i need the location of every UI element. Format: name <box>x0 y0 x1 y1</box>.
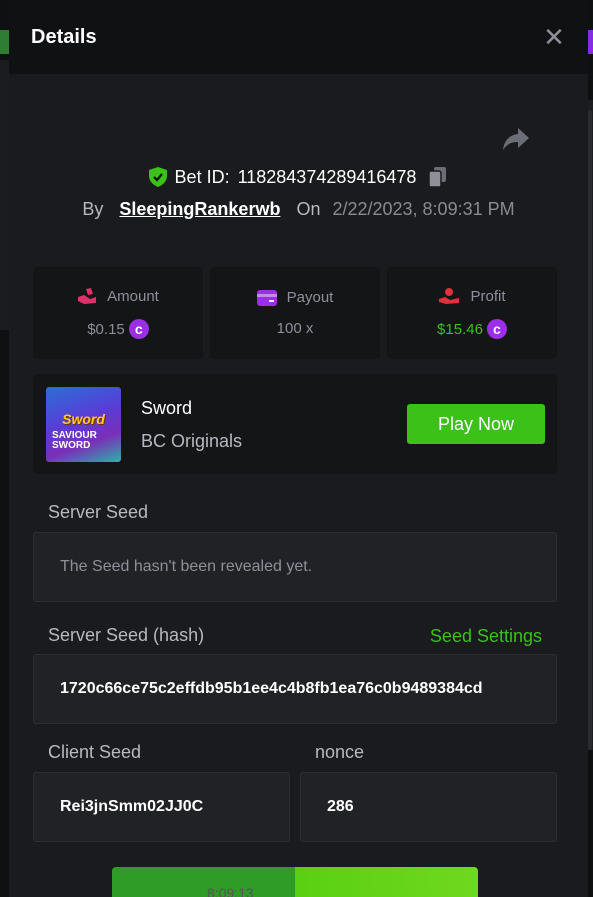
nonce-field[interactable]: 286 <box>300 772 557 842</box>
game-thumbnail[interactable]: Sword SAVIOUR SWORD <box>46 387 121 462</box>
coin-icon: c <box>486 319 507 339</box>
amount-value: $0.15 <box>87 320 125 338</box>
bet-stats: Amount $0.15 c Payout 100 x Profit $15.4… <box>33 267 557 359</box>
background-timestamp: 8:09:13 <box>207 885 254 897</box>
bet-details-modal: Details ✕ Bet ID: 118284374289416478 By … <box>9 0 588 897</box>
server-seed-hash-label: Server Seed (hash) <box>48 625 205 645</box>
thumbnail-title: Sword <box>62 411 105 427</box>
bet-author-row: By SleepingRankerwb On 2/22/2023, 8:09:3… <box>9 199 588 220</box>
client-seed-field[interactable]: Rei3jnSmm02JJ0C <box>33 772 290 842</box>
play-now-button[interactable]: Play Now <box>407 404 545 444</box>
nonce-label: nonce <box>315 742 365 762</box>
game-name: Sword <box>141 398 193 418</box>
coin-icon: c <box>128 319 149 339</box>
verified-shield-icon <box>148 167 167 187</box>
bet-id-label: Bet ID: <box>174 166 230 187</box>
profit-value: $15.46 <box>437 320 483 338</box>
stat-payout: Payout 100 x <box>210 267 380 359</box>
game-provider: BC Originals <box>141 431 243 451</box>
payout-label: Payout <box>286 289 334 306</box>
bet-id-value: 118284374289416478 <box>237 166 417 187</box>
seed-settings-link[interactable]: Seed Settings <box>430 626 542 647</box>
modal-title: Details <box>31 25 97 48</box>
share-icon[interactable] <box>502 126 530 152</box>
verify-button[interactable] <box>112 867 478 897</box>
stat-profit: Profit $15.46 c <box>387 267 557 359</box>
profit-label: Profit <box>470 287 506 305</box>
server-seed-label: Server Seed <box>48 502 149 522</box>
money-hand-icon <box>78 288 97 304</box>
server-seed-hash-field[interactable]: 1720c66ce75c2effdb95b1ee4c4b8fb1ea76c0b9… <box>33 654 557 724</box>
wallet-card-icon <box>256 289 277 306</box>
payout-value: 100 x <box>276 320 314 337</box>
game-card: Sword SAVIOUR SWORD Sword BC Originals P… <box>33 374 557 474</box>
bet-id-row: Bet ID: 118284374289416478 <box>9 166 588 188</box>
modal-header: Details ✕ <box>9 0 588 74</box>
by-label: By <box>82 199 104 219</box>
stat-amount: Amount $0.15 c <box>33 267 203 359</box>
on-label: On <box>296 199 321 219</box>
username-link[interactable]: SleepingRankerwb <box>119 199 280 220</box>
thumbnail-subtitle: SAVIOUR SWORD <box>52 430 97 451</box>
bet-datetime: 2/22/2023, 8:09:31 PM <box>332 199 515 219</box>
client-seed-label: Client Seed <box>48 742 142 762</box>
profit-hand-icon <box>439 288 460 304</box>
server-seed-field[interactable]: The Seed hasn't been revealed yet. <box>33 532 557 602</box>
page-scrollbar-thumb[interactable] <box>588 110 592 750</box>
close-icon[interactable]: ✕ <box>542 24 566 50</box>
copy-icon[interactable] <box>428 166 448 188</box>
amount-label: Amount <box>107 287 159 305</box>
